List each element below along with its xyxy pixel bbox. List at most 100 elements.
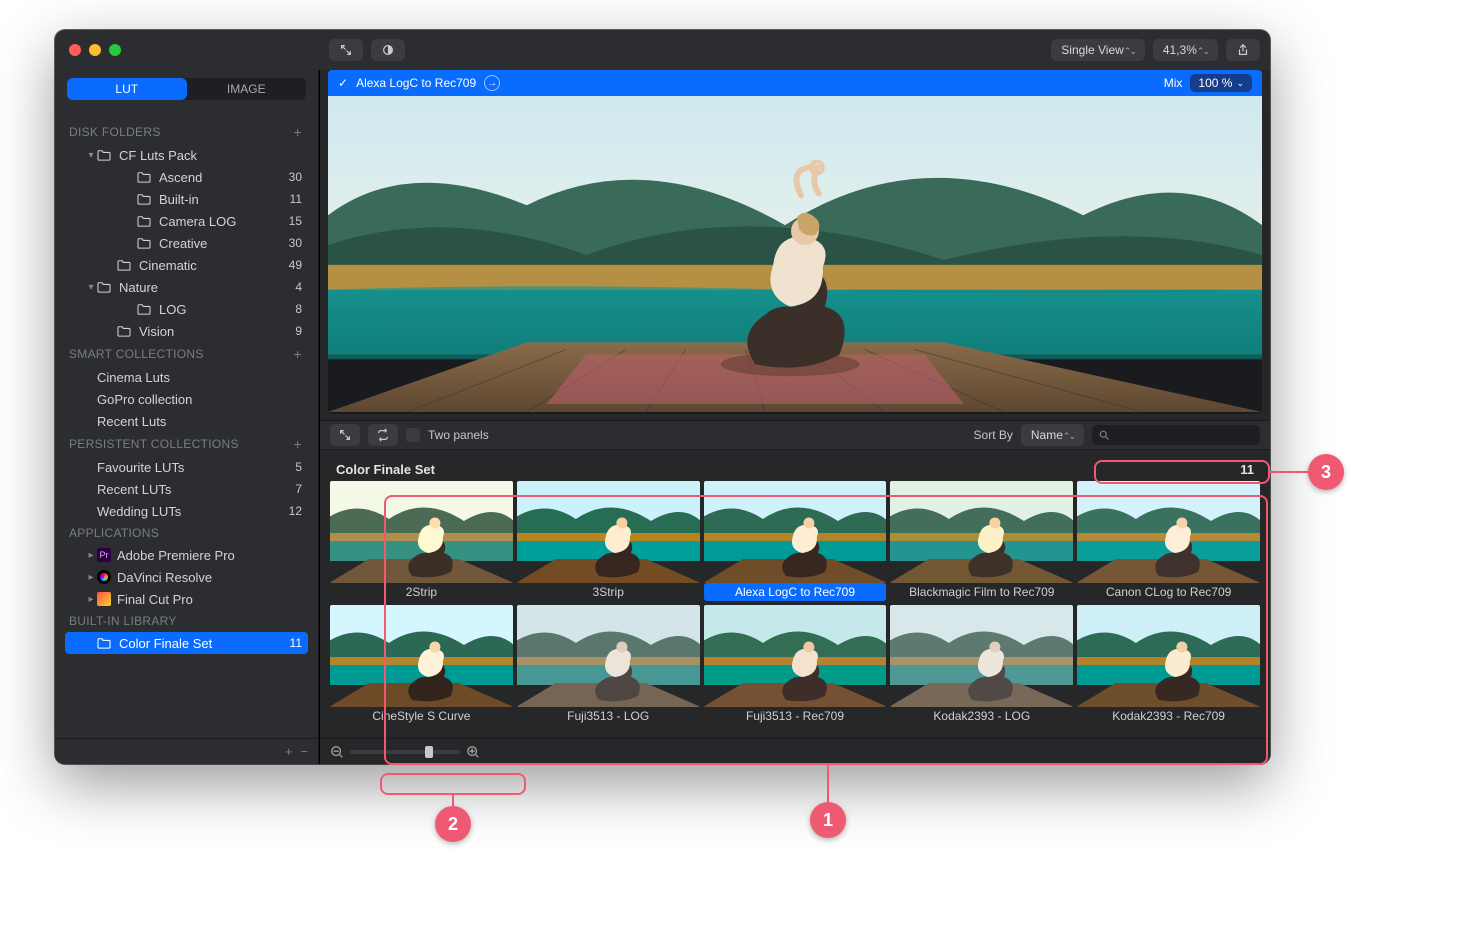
sidebar-item[interactable]: Final Cut Pro xyxy=(65,588,308,610)
sidebar-item[interactable]: Recent LUTs7 xyxy=(65,478,308,500)
refresh-button[interactable] xyxy=(371,39,405,61)
add-button[interactable]: + xyxy=(294,436,302,452)
sidebar-item[interactable]: Color Finale Set11 xyxy=(65,632,308,654)
search-input[interactable] xyxy=(1092,425,1260,445)
sidebar-item-label: Creative xyxy=(159,236,284,251)
search-icon xyxy=(1098,429,1110,441)
sidebar-item-label: GoPro collection xyxy=(97,392,302,407)
sidebar-item[interactable]: Ascend30 xyxy=(65,166,308,188)
expand-preview-button[interactable] xyxy=(329,39,363,61)
zoom-out-icon[interactable] xyxy=(330,745,344,759)
highlight-zoom xyxy=(380,773,526,795)
add-button[interactable]: + xyxy=(294,346,302,362)
sidebar-scroll[interactable]: DISK FOLDERS+CF Luts PackAscend30Built-i… xyxy=(55,116,318,738)
sidebar-item[interactable]: CF Luts Pack xyxy=(65,144,308,166)
callout-2: 2 xyxy=(435,806,471,842)
mix-value: 100 % xyxy=(1198,76,1232,90)
sidebar-tabs: LUT IMAGE xyxy=(67,78,306,100)
sidebar-footer: + − xyxy=(55,738,318,764)
folder-icon xyxy=(137,302,153,316)
two-panels-checkbox[interactable] xyxy=(406,428,420,442)
sidebar-item[interactable]: DaVinci Resolve xyxy=(65,566,308,588)
lut-thumb[interactable]: Canon CLog to Rec709 xyxy=(1077,481,1260,601)
sidebar-item-count: 8 xyxy=(284,302,302,316)
mix-value-select[interactable]: 100 % ⌄ xyxy=(1190,74,1252,92)
sidebar-item[interactable]: Cinema Luts xyxy=(65,366,308,388)
close-icon[interactable] xyxy=(69,44,81,56)
sidebar-item[interactable]: Recent Luts xyxy=(65,410,308,432)
sidebar-item-label: Vision xyxy=(139,324,284,339)
thumb-label: Fuji3513 - Rec709 xyxy=(704,707,887,725)
section-header: BUILT-IN LIBRARY xyxy=(65,610,308,632)
sidebar-item[interactable]: Wedding LUTs12 xyxy=(65,500,308,522)
sort-value: Name xyxy=(1031,428,1063,442)
sidebar-item-label: Built-in xyxy=(159,192,284,207)
sidebar-item[interactable]: LOG8 xyxy=(65,298,308,320)
thumb-label: Kodak2393 - LOG xyxy=(890,707,1073,725)
lut-thumb[interactable]: Alexa LogC to Rec709 xyxy=(704,481,887,601)
sidebar-item[interactable]: Vision9 xyxy=(65,320,308,342)
folder-icon xyxy=(97,148,113,162)
sidebar-item-label: Cinematic xyxy=(139,258,284,273)
loop-icon xyxy=(376,428,390,442)
expand-icon xyxy=(338,428,352,442)
thumb-zoom-slider[interactable] xyxy=(350,750,460,754)
thumb-label: 2Strip xyxy=(330,583,513,601)
lut-thumb[interactable]: Blackmagic Film to Rec709 xyxy=(890,481,1073,601)
remove-folder-button[interactable]: − xyxy=(300,744,308,759)
thumb-image xyxy=(1077,481,1260,583)
expand-grid-button[interactable] xyxy=(330,424,360,446)
folder-icon xyxy=(137,170,153,184)
add-button[interactable]: + xyxy=(294,124,302,140)
sidebar-item[interactable]: Favourite LUTs5 xyxy=(65,456,308,478)
sidebar-item[interactable]: Camera LOG15 xyxy=(65,210,308,232)
lut-thumb[interactable]: Fuji3513 - LOG xyxy=(517,605,700,725)
lut-thumb[interactable]: Kodak2393 - Rec709 xyxy=(1077,605,1260,725)
lut-thumb[interactable]: Fuji3513 - Rec709 xyxy=(704,605,887,725)
sidebar-item[interactable]: PrAdobe Premiere Pro xyxy=(65,544,308,566)
thumb-image xyxy=(1077,605,1260,707)
tab-image[interactable]: IMAGE xyxy=(187,78,307,100)
sidebar-item-label: Adobe Premiere Pro xyxy=(117,548,302,563)
zoom-icon[interactable] xyxy=(109,44,121,56)
sidebar-item-count: 30 xyxy=(284,170,302,184)
sidebar-item-label: Recent LUTs xyxy=(97,482,284,497)
folder-icon xyxy=(137,192,153,206)
thumb-label: CineStyle S Curve xyxy=(330,707,513,725)
minimize-icon[interactable] xyxy=(89,44,101,56)
sidebar-item[interactable]: Cinematic49 xyxy=(65,254,308,276)
grid-toolbar: Two panels Sort By Name xyxy=(320,420,1270,450)
lut-thumb[interactable]: CineStyle S Curve xyxy=(330,605,513,725)
sidebar-item-label: Camera LOG xyxy=(159,214,284,229)
lut-thumb[interactable]: Kodak2393 - LOG xyxy=(890,605,1073,725)
sort-select[interactable]: Name xyxy=(1021,424,1084,446)
thumb-grid: 2Strip3StripAlexa LogC to Rec709Blackmag… xyxy=(330,481,1260,725)
sidebar-item-label: Ascend xyxy=(159,170,284,185)
lut-thumb[interactable]: 2Strip xyxy=(330,481,513,601)
next-lut-button[interactable]: → xyxy=(484,75,500,91)
zoom-select[interactable]: 41,3% xyxy=(1153,39,1218,61)
callout-1: 1 xyxy=(810,802,846,838)
thumb-image xyxy=(517,605,700,707)
zoom-in-icon[interactable] xyxy=(466,745,480,759)
sidebar-item[interactable]: Creative30 xyxy=(65,232,308,254)
zoom-value: 41,3% xyxy=(1163,43,1197,57)
view-mode-label: Single View xyxy=(1061,43,1123,57)
sidebar-item-label: Nature xyxy=(119,280,284,295)
folder-icon xyxy=(137,214,153,228)
sidebar: LUT IMAGE DISK FOLDERS+CF Luts PackAscen… xyxy=(55,70,319,764)
sidebar-item[interactable]: Built-in11 xyxy=(65,188,308,210)
add-folder-button[interactable]: + xyxy=(285,744,293,759)
sidebar-item-label: Recent Luts xyxy=(97,414,302,429)
grid-title: Color Finale Set xyxy=(336,462,435,477)
lut-thumb[interactable]: 3Strip xyxy=(517,481,700,601)
sidebar-item[interactable]: Nature4 xyxy=(65,276,308,298)
tab-lut[interactable]: LUT xyxy=(67,78,187,100)
sidebar-item[interactable]: GoPro collection xyxy=(65,388,308,410)
view-mode-select[interactable]: Single View xyxy=(1051,39,1145,61)
sidebar-item-label: Cinema Luts xyxy=(97,370,302,385)
chevron-icon xyxy=(85,282,97,293)
share-button[interactable] xyxy=(1226,39,1260,61)
section-title: PERSISTENT COLLECTIONS xyxy=(69,437,239,451)
loop-button[interactable] xyxy=(368,424,398,446)
